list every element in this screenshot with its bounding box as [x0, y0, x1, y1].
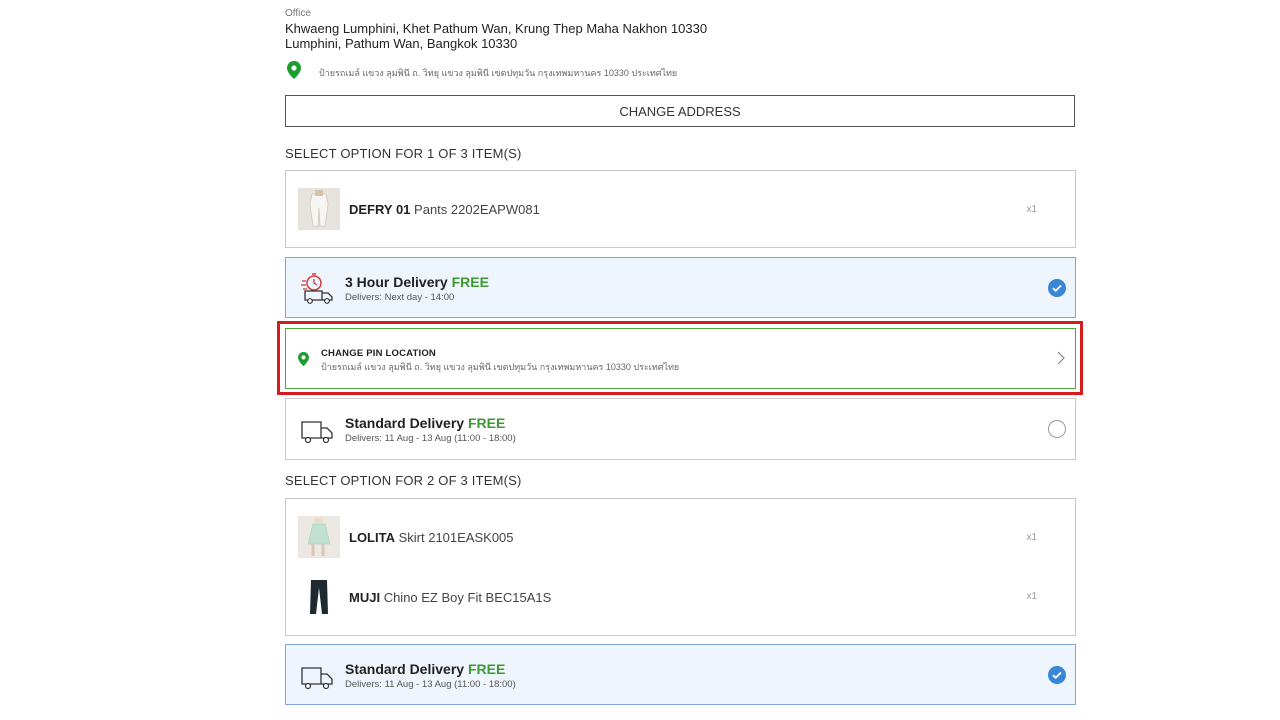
section-title-group-2: SELECT OPTION FOR 2 OF 3 ITEM(S)	[285, 473, 522, 488]
delivery-option-3-hour[interactable]: 3 Hour Delivery FREE Delivers: Next day …	[285, 257, 1076, 318]
pin-address-text: ป้ายรถเมล์ แขวง ลุมพินี ถ. วิทยุ แขวง ลุ…	[319, 67, 678, 78]
delivery-option-eta: Delivers: Next day - 14:00	[345, 292, 455, 303]
item-brand: DEFRY 01	[349, 201, 411, 217]
list-item: LOLITA Skirt 2101EASK005	[298, 516, 514, 558]
section-title-group-1: SELECT OPTION FOR 1 OF 3 ITEM(S)	[285, 146, 522, 161]
fast-delivery-truck-icon	[300, 271, 336, 310]
free-badge: FREE	[451, 274, 489, 290]
delivery-option-title: 3 Hour Delivery FREE	[345, 274, 489, 290]
free-badge: FREE	[467, 415, 506, 431]
address-line-2: Lumphini, Pathum Wan, Bangkok 10330	[285, 36, 518, 51]
delivery-truck-icon	[300, 665, 334, 696]
change-address-button[interactable]: CHANGE ADDRESS	[285, 95, 1075, 127]
item-brand: LOLITA	[349, 529, 395, 545]
product-thumbnail-chino	[298, 576, 340, 618]
selected-checkmark-icon[interactable]	[1048, 279, 1066, 297]
unselected-radio[interactable]	[1048, 420, 1066, 438]
item-card-group-2: LOLITA Skirt 2101EASK005 x1 MUJI Chino E…	[285, 498, 1076, 636]
delivery-option-standard-group-2[interactable]: Standard Delivery FREE Delivers: 11 Aug …	[285, 644, 1076, 705]
free-badge: FREE	[467, 661, 506, 677]
item-quantity: x1	[1026, 591, 1037, 602]
delivery-option-eta: Delivers: 11 Aug - 13 Aug (11:00 - 18:00…	[345, 433, 516, 444]
delivery-option-name: Standard Delivery	[345, 661, 465, 677]
delivery-option-eta: Delivers: 11 Aug - 13 Aug (11:00 - 18:00…	[345, 679, 516, 690]
item-quantity: x1	[1026, 532, 1037, 543]
delivery-truck-icon	[300, 419, 334, 450]
item-card-group-1: DEFRY 01 Pants 2202EAPW081 x1	[285, 170, 1076, 248]
item-name: DEFRY 01 Pants 2202EAPW081	[349, 202, 540, 217]
delivery-option-title: Standard Delivery FREE	[345, 661, 505, 677]
delivery-option-name: 3 Hour Delivery	[345, 274, 448, 290]
item-title: Skirt 2101EASK005	[398, 529, 514, 545]
delivery-option-title: Standard Delivery FREE	[345, 415, 505, 431]
address-label: Office	[285, 8, 311, 19]
selected-checkmark-icon[interactable]	[1048, 666, 1066, 684]
item-title: Pants 2202EAPW081	[414, 201, 540, 217]
highlight-box	[277, 321, 1083, 395]
item-name: LOLITA Skirt 2101EASK005	[349, 530, 514, 545]
list-item: MUJI Chino EZ Boy Fit BEC15A1S	[298, 576, 551, 618]
product-thumbnail-pants	[298, 188, 340, 230]
map-pin-icon	[287, 61, 301, 84]
address-pin-row: ป้ายรถเมล์ แขวง ลุมพินี ถ. วิทยุ แขวง ลุ…	[287, 61, 677, 84]
delivery-option-name: Standard Delivery	[345, 415, 465, 431]
list-item: DEFRY 01 Pants 2202EAPW081	[298, 188, 540, 230]
item-brand: MUJI	[349, 589, 381, 605]
delivery-option-standard[interactable]: Standard Delivery FREE Delivers: 11 Aug …	[285, 398, 1076, 460]
product-thumbnail-skirt	[298, 516, 340, 558]
address-line-1: Khwaeng Lumphini, Khet Pathum Wan, Krung…	[285, 21, 708, 36]
item-quantity: x1	[1026, 204, 1037, 215]
item-title: Chino EZ Boy Fit BEC15A1S	[383, 589, 552, 605]
item-name: MUJI Chino EZ Boy Fit BEC15A1S	[349, 590, 551, 605]
